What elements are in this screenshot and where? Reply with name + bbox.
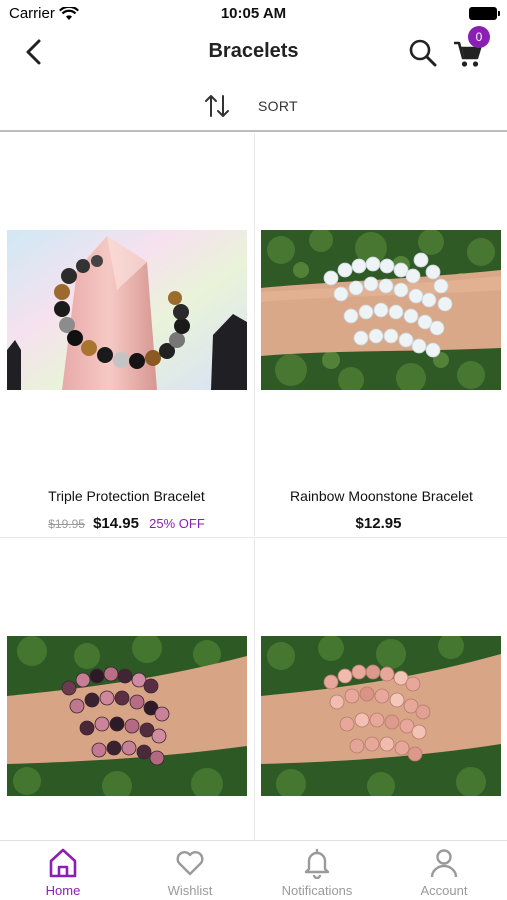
tab-label: Home xyxy=(45,883,81,898)
product-card[interactable] xyxy=(0,537,253,840)
tab-notifications[interactable]: Notifications xyxy=(254,841,380,900)
tab-label: Account xyxy=(420,883,468,898)
tab-home[interactable]: Home xyxy=(0,841,126,900)
search-icon[interactable] xyxy=(408,38,438,68)
tab-label: Wishlist xyxy=(167,883,213,898)
status-time: 10:05 AM xyxy=(220,5,287,22)
product-card[interactable]: Triple Protection Bracelet $19.95 $14.95… xyxy=(0,134,253,536)
product-price-row: $12.95 xyxy=(255,515,507,532)
tab-account[interactable]: Account xyxy=(381,841,507,900)
tab-bar: Home Wishlist Notifications Account xyxy=(0,840,507,900)
product-price-row: $19.95 $14.95 25% OFF xyxy=(0,515,253,532)
product-image[interactable] xyxy=(7,230,247,390)
original-price: $19.95 xyxy=(48,517,85,531)
bell-icon[interactable] xyxy=(302,847,332,879)
home-icon[interactable] xyxy=(48,847,78,879)
product-price: $12.95 xyxy=(355,515,402,532)
sort-icon[interactable] xyxy=(203,92,231,120)
sort-button[interactable]: SORT xyxy=(258,98,298,114)
product-card[interactable]: Rainbow Moonstone Bracelet $12.95 xyxy=(254,134,507,536)
battery-icon xyxy=(469,7,500,20)
product-image[interactable] xyxy=(7,636,247,796)
product-name[interactable]: Rainbow Moonstone Bracelet xyxy=(255,488,507,504)
cart-count-badge: 0 xyxy=(468,26,490,48)
user-icon[interactable] xyxy=(429,847,459,879)
tab-label: Notifications xyxy=(281,883,353,898)
heart-icon[interactable] xyxy=(175,847,205,879)
discount-label: 25% OFF xyxy=(149,516,205,531)
tab-wishlist[interactable]: Wishlist xyxy=(127,841,253,900)
product-image[interactable] xyxy=(261,636,501,796)
sale-price: $14.95 xyxy=(93,515,139,532)
sort-bar[interactable]: SORT xyxy=(0,80,507,132)
product-image[interactable] xyxy=(261,230,501,390)
nav-bar: Bracelets 0 xyxy=(0,26,507,78)
product-card[interactable] xyxy=(254,537,507,840)
product-grid: Triple Protection Bracelet $19.95 $14.95… xyxy=(0,134,507,840)
status-bar: Carrier 10:05 AM xyxy=(0,0,507,28)
product-name[interactable]: Triple Protection Bracelet xyxy=(0,488,253,504)
